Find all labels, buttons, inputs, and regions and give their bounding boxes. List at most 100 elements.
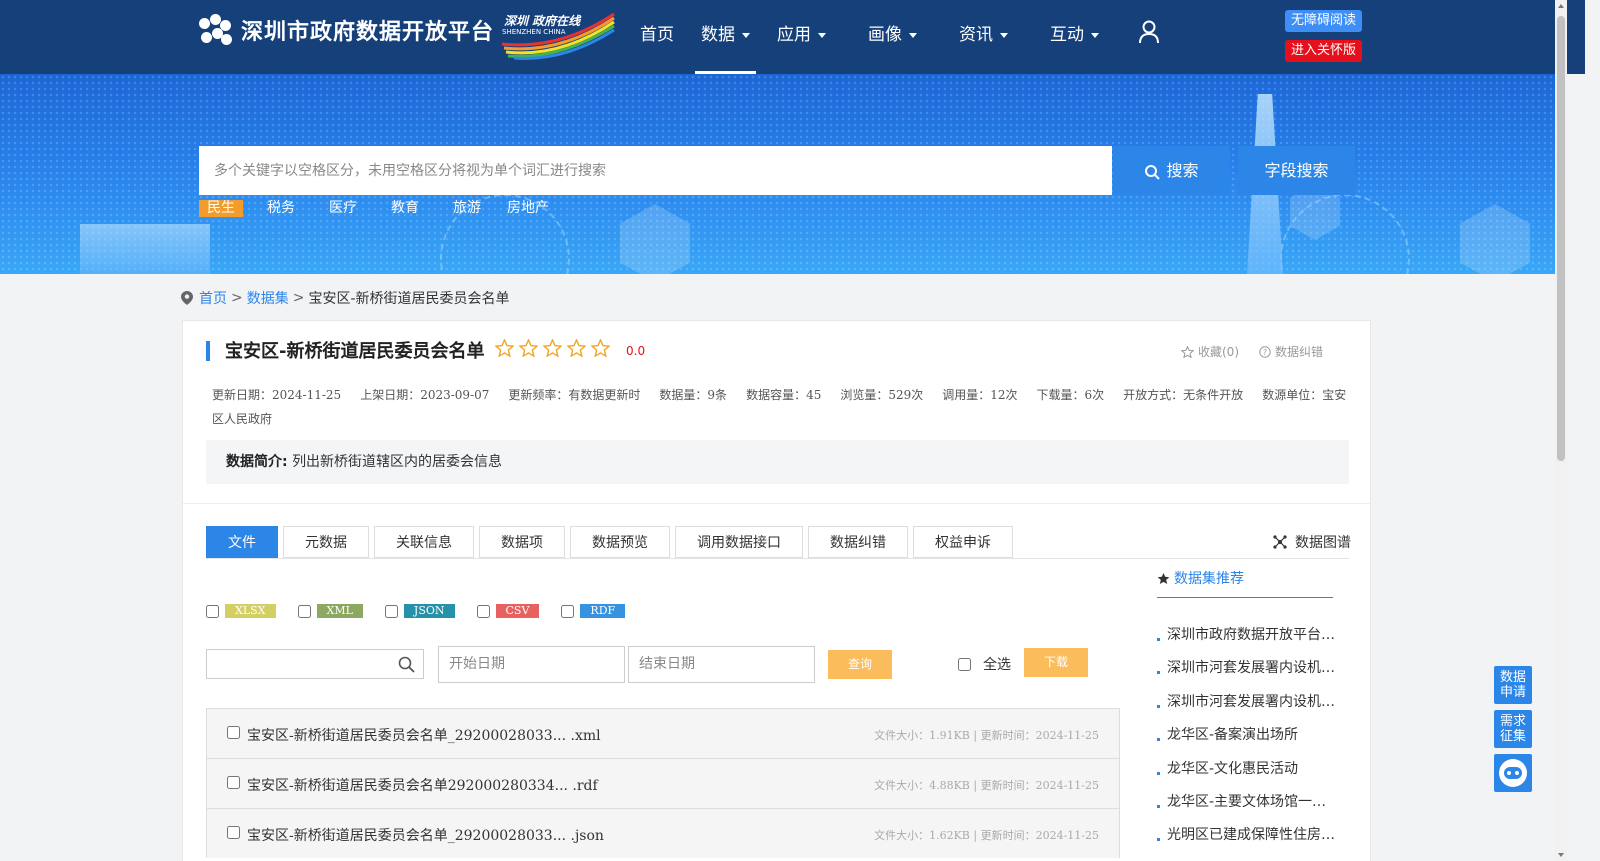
rating-stars[interactable] — [495, 339, 615, 357]
star-icon[interactable] — [519, 339, 538, 357]
recommend-item[interactable]: 深圳市河套发展署内设机… — [1157, 652, 1337, 685]
start-date-input[interactable]: 开始日期 — [438, 646, 625, 683]
format-xml-checkbox[interactable] — [297, 604, 311, 618]
recommend-heading: 数据集推荐 — [1157, 568, 1244, 588]
nav-portrait[interactable]: 画像 — [868, 0, 917, 74]
nav-home[interactable]: 首页 — [640, 0, 674, 74]
recommend-item[interactable]: 龙华区-主要文体场馆一… — [1157, 786, 1337, 819]
format-json-checkbox[interactable] — [384, 604, 398, 618]
format-csv[interactable]: CSV — [476, 604, 540, 618]
data-apply-button[interactable]: 数据申请 — [1494, 666, 1532, 704]
format-xlsx-checkbox[interactable] — [206, 604, 219, 618]
query-button[interactable]: 查询 — [828, 650, 892, 679]
robot-icon — [1499, 759, 1527, 787]
tag-medical[interactable]: 医疗 — [321, 200, 365, 217]
format-xml[interactable]: XML — [297, 604, 363, 618]
select-all[interactable]: 全选 — [958, 654, 1011, 674]
page-scrollbar[interactable] — [1555, 0, 1567, 861]
tab-appeal[interactable]: 权益申诉 — [913, 526, 1013, 558]
file-info: 文件大小：1.91KB | 更新时间：2024-11-25 — [874, 729, 1099, 742]
accessibility-button[interactable]: 无障碍阅读 — [1285, 10, 1362, 32]
tag-tax[interactable]: 税务 — [259, 200, 303, 217]
file-row[interactable]: 宝安区-新桥街道居民委员会名单_29200028033... .xml 文件大小… — [206, 708, 1120, 758]
recommend-item[interactable]: 深圳市政府数据开放平台… — [1157, 619, 1337, 652]
search-button[interactable]: 搜索 — [1113, 146, 1230, 195]
star-icon[interactable] — [543, 339, 562, 357]
format-rdf[interactable]: RDF — [561, 604, 626, 618]
star-list-icon — [1157, 572, 1170, 584]
star-icon[interactable] — [495, 339, 514, 357]
svg-text:?: ? — [1263, 348, 1267, 357]
file-checkbox[interactable] — [227, 726, 240, 739]
file-checkbox[interactable] — [227, 826, 240, 839]
favorite-button[interactable]: 收藏(0) — [1181, 343, 1239, 360]
tab-correction[interactable]: 数据纠错 — [808, 526, 908, 558]
recommend-item[interactable]: 光明区已建成保障性住房… — [1157, 819, 1337, 852]
scroll-down-icon[interactable] — [1558, 853, 1564, 857]
tab-metadata[interactable]: 元数据 — [283, 526, 369, 558]
data-graph-link[interactable]: 数据图谱 — [1273, 532, 1351, 552]
star-icon[interactable] — [591, 339, 610, 357]
scroll-up-icon[interactable] — [1558, 4, 1564, 8]
correction-link[interactable]: ? 数据纠错 — [1259, 343, 1323, 360]
recommend-list: 深圳市政府数据开放平台… 深圳市河套发展署内设机… 深圳市河套发展署内设机… 龙… — [1157, 619, 1337, 853]
format-xlsx[interactable]: XLSX — [206, 604, 276, 618]
star-icon[interactable] — [567, 339, 586, 357]
tab-data-items[interactable]: 数据项 — [479, 526, 565, 558]
end-date-input[interactable]: 结束日期 — [628, 646, 815, 683]
format-rdf-checkbox[interactable] — [561, 604, 575, 618]
select-all-checkbox[interactable] — [958, 657, 971, 671]
site-logo[interactable]: 深圳市政府数据开放平台 — [199, 14, 494, 46]
meta-frequency: 更新频率：有数据更新时 — [508, 388, 641, 402]
banner-building-decor — [80, 224, 210, 274]
scrollbar-thumb[interactable] — [1557, 16, 1565, 461]
breadcrumb-home[interactable]: 首页 — [199, 288, 227, 308]
download-button[interactable]: 下载 — [1024, 648, 1088, 677]
tag-education[interactable]: 教育 — [383, 200, 427, 217]
breadcrumb-datasets[interactable]: 数据集 — [247, 288, 289, 308]
tab-related[interactable]: 关联信息 — [374, 526, 474, 558]
recommend-item[interactable]: 深圳市河套发展署内设机… — [1157, 686, 1337, 719]
nav-data[interactable]: 数据 — [695, 0, 756, 74]
meta-calls: 调用量：12次 — [942, 388, 1018, 402]
format-csv-checkbox[interactable] — [476, 604, 490, 618]
site-title: 深圳市政府数据开放平台 — [241, 20, 495, 45]
file-keyword-input[interactable] — [206, 649, 424, 679]
nav-interaction[interactable]: 互动 — [1050, 0, 1099, 74]
chevron-down-icon — [742, 32, 750, 38]
search-icon — [1145, 164, 1161, 180]
search-icon[interactable] — [398, 656, 415, 673]
dataset-intro: 数据简介: 列出新桥街道辖区内的居委会信息 — [206, 440, 1349, 484]
user-icon[interactable] — [1138, 20, 1160, 44]
file-name[interactable]: 宝安区-新桥街道居民委员会名单_29200028033... .json — [247, 825, 604, 845]
format-json[interactable]: JSON — [384, 604, 455, 618]
tab-preview[interactable]: 数据预览 — [570, 526, 670, 558]
nav-news[interactable]: 资讯 — [959, 0, 1008, 74]
divider — [183, 503, 1370, 504]
tab-files[interactable]: 文件 — [206, 526, 278, 558]
search-input[interactable] — [199, 146, 1112, 195]
meta-open-mode: 开放方式：无条件开放 — [1123, 388, 1244, 402]
tag-real-estate[interactable]: 房地产 — [499, 200, 557, 217]
file-row[interactable]: 宝安区-新桥街道居民委员会名单292000280334... .rdf 文件大小… — [206, 758, 1120, 808]
care-mode-button[interactable]: 进入关怀版 — [1285, 40, 1362, 62]
field-search-button[interactable]: 字段搜索 — [1238, 146, 1355, 195]
file-name[interactable]: 宝安区-新桥街道居民委员会名单_29200028033... .xml — [247, 725, 601, 745]
recommend-item[interactable]: 龙华区-文化惠民活动 — [1157, 753, 1337, 786]
file-name[interactable]: 宝安区-新桥街道居民委员会名单292000280334... .rdf — [247, 775, 598, 795]
search-banner: 搜索 字段搜索 民生 税务 医疗 教育 旅游 房地产 — [0, 74, 1555, 274]
file-checkbox[interactable] — [227, 776, 240, 789]
demand-collect-button[interactable]: 需求征集 — [1494, 710, 1532, 748]
chatbot-button[interactable] — [1494, 754, 1532, 792]
chevron-down-icon — [1000, 32, 1008, 38]
file-row[interactable]: 宝安区-新桥街道居民委员会名单_29200028033... .json 文件大… — [206, 808, 1120, 858]
recommend-item[interactable]: 龙华区-备案演出场所 — [1157, 719, 1337, 752]
meta-capacity: 数据容量：45 — [746, 388, 822, 402]
star-outline-icon — [1181, 345, 1194, 358]
rating-score: 0.0 — [626, 344, 646, 358]
tag-tourism[interactable]: 旅游 — [445, 200, 489, 217]
nav-apps[interactable]: 应用 — [777, 0, 826, 74]
tag-minsheng[interactable]: 民生 — [199, 200, 243, 217]
tab-api[interactable]: 调用数据接口 — [675, 526, 803, 558]
breadcrumb: 首页 > 数据集 > 宝安区-新桥街道居民委员会名单 — [181, 288, 510, 308]
